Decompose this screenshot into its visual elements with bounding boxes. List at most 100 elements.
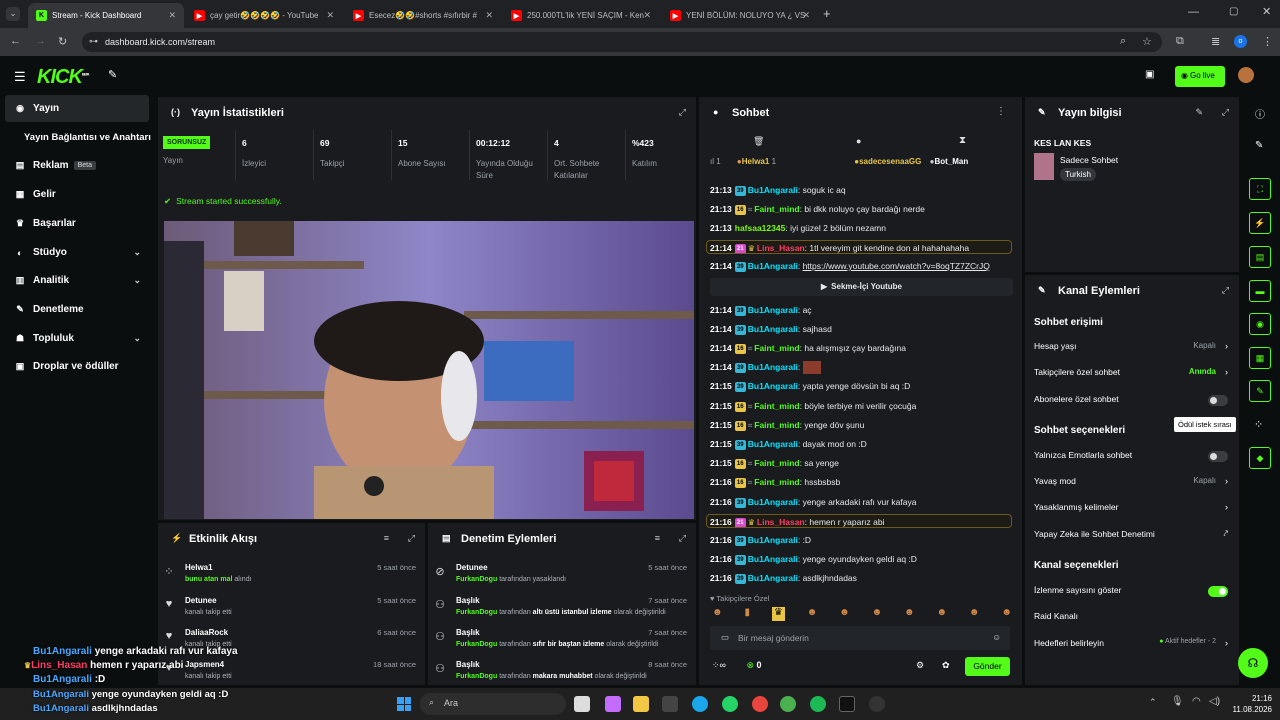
site-info-icon[interactable]: ⊶ [89, 36, 98, 47]
maximize-icon[interactable]: ▢ [1229, 6, 1238, 17]
extensions-icon[interactable]: ⧉ [1176, 35, 1184, 48]
chat-message[interactable]: 21:16 39 Bu1Angarali: yenge arkadaki rafı … [710, 495, 1010, 509]
stream-video-preview[interactable] [164, 221, 694, 519]
spotify-icon[interactable] [810, 696, 826, 712]
chat-message[interactable]: 21:14 39 Bu1Angarali: [710, 360, 1010, 374]
message-username[interactable]: hafsaa12345 [735, 223, 786, 233]
taskbar-search[interactable]: ⌕ Ara [420, 693, 566, 715]
chat-message[interactable]: 21:16 16 ⌗ Faint_mind: hssbsbsb [710, 475, 1010, 489]
gift-icon[interactable]: ✿ [942, 660, 950, 671]
setting-emote-only[interactable]: Yalnızca Emotlarla sohbet [1034, 450, 1228, 464]
theater-icon[interactable]: ▣ [1145, 69, 1154, 80]
chat-message[interactable]: 21:14 21 ♛ Lins_Hasan: 1tl vereyim git kend… [706, 240, 1012, 254]
message-username[interactable]: Faint_mind [754, 204, 799, 214]
new-tab-icon[interactable]: + [823, 6, 831, 21]
trash-icon[interactable]: 🗑 [753, 136, 764, 147]
emote-icon[interactable]: ▮ [744, 607, 750, 621]
volume-icon[interactable]: ◁) [1209, 696, 1220, 707]
zoom-icon[interactable]: ⌕ [1120, 35, 1126, 48]
edge-icon[interactable] [692, 696, 708, 712]
rail-bolt-icon[interactable]: ⚡ [1249, 212, 1271, 234]
message-link[interactable]: https://www.youtube.com/watch?v=8oqTZ7ZC… [803, 261, 990, 271]
chat-message[interactable]: 21:16 39 Bu1Angarali: asdlkjhndadas [710, 571, 1010, 585]
chat-message[interactable]: 21:16 39 Bu1Angarali: yenge oyundayken gel… [710, 552, 1010, 566]
chat-icon[interactable]: ● [856, 136, 861, 146]
message-username[interactable]: Faint_mind [754, 343, 799, 353]
chat-message[interactable]: 21:16 39 Bu1Angarali: :D [710, 533, 1010, 547]
tools-icon[interactable]: ✎ [108, 68, 117, 81]
clock[interactable]: 21:16 11.08.2026 [1224, 693, 1272, 715]
message-username[interactable]: Bu1Angarali [748, 554, 798, 564]
setting-account-age[interactable]: Hesap yaşı Kapalı › [1034, 341, 1228, 355]
setting-followers-only[interactable]: Takipçilere özel sohbet Anında › [1034, 367, 1228, 381]
chat-message[interactable]: 21:14 39 Bu1Angarali: aç [710, 303, 1010, 317]
chat-message[interactable]: 21:16 21 ♛ Lins_Hasan: hemen r yaparız abi [706, 514, 1012, 528]
setting-raid-channel[interactable]: Raid Kanalı [1034, 611, 1228, 625]
emote-icon[interactable]: ☻ [1001, 607, 1012, 621]
chat-message[interactable]: 21:13 39 Bu1Angarali: soguk ic aq [710, 183, 1010, 197]
toggle-switch[interactable] [1208, 451, 1228, 462]
close-tab-icon[interactable]: ✕ [485, 10, 493, 21]
expand-icon[interactable]: ⤢ [1222, 285, 1229, 296]
message-username[interactable]: Lins_Hasan [757, 517, 805, 527]
sidebar-item-gelir[interactable]: ▦ Gelir [5, 181, 149, 208]
tab-list-icon[interactable]: ⌄ [6, 7, 20, 21]
whatsapp-icon[interactable] [722, 696, 738, 712]
setting-subscribers-only[interactable]: Abonelere özel sohbet [1034, 394, 1228, 408]
emoji-icon[interactable]: ☺ [992, 632, 1001, 642]
rail-camera-icon[interactable]: ⛶ [1249, 178, 1271, 200]
expand-icon[interactable]: ⤢ [408, 533, 415, 544]
rail-wrench-icon[interactable]: ✎ [1249, 380, 1271, 402]
message-username[interactable]: Bu1Angarali [748, 439, 798, 449]
close-tab-icon[interactable]: ✕ [643, 10, 651, 21]
obs-icon[interactable] [869, 696, 885, 712]
setting-goals[interactable]: Hedefleri belirleyin ● Aktif hedefler - 2… [1034, 638, 1228, 652]
expand-icon[interactable]: ⤢ [679, 533, 686, 544]
tab-youtube-1[interactable]: ▶ çay getir🤣🤣🤣🤣 - YouTube ✕ [186, 3, 342, 28]
message-username[interactable]: Bu1Angarali [748, 362, 798, 372]
youtube-pill[interactable]: ▶ Sekme-İçi Youtube [710, 278, 1013, 296]
task-view-icon[interactable] [574, 696, 590, 712]
filter-icon[interactable]: ≡ [655, 533, 660, 543]
close-tab-icon[interactable]: ✕ [326, 10, 334, 21]
pencil-icon[interactable]: ✎ [1255, 140, 1263, 151]
minimize-icon[interactable]: — [1188, 6, 1199, 18]
filter-icon[interactable]: ≡ [384, 533, 389, 543]
tab-youtube-4[interactable]: ▶ YENİ BÖLÜM: NOLUYO YA ¿ VS ✕ [662, 3, 818, 28]
sidebar-item-reklam[interactable]: ▤ Reklam Beta [5, 152, 149, 179]
rail-layout-icon[interactable]: ▦ [1249, 347, 1271, 369]
chat-menu-icon[interactable]: ⋮ [996, 106, 1006, 117]
tray-chevron-icon[interactable]: ⌃ [1149, 697, 1157, 708]
message-username[interactable]: Lins_Hasan [757, 243, 805, 253]
setting-show-viewcount[interactable]: İzlenme sayısını göster [1034, 585, 1228, 599]
tab-kick-dashboard[interactable]: K Stream - Kick Dashboard ✕ [28, 3, 184, 28]
chat-message[interactable]: 21:13 16 ⌗ Faint_mind: bi dkk noluyo çay ba… [710, 202, 1010, 216]
kick-logo[interactable]: KICKBETA [37, 66, 89, 89]
hamburger-menu-icon[interactable]: ☰ [14, 69, 26, 85]
bookmark-star-icon[interactable]: ☆ [1142, 35, 1152, 48]
sidebar-item-droplar[interactable]: ▣ Droplar ve ödüller [5, 353, 149, 380]
chat-message[interactable]: 21:13 hafsaa12345: iyi güzel 2 bölüm neza… [710, 221, 1010, 235]
toggle-switch[interactable] [1208, 395, 1228, 406]
message-username[interactable]: Faint_mind [754, 458, 799, 468]
setting-slow-mode[interactable]: Yavaş mod Kapalı › [1034, 476, 1228, 490]
settings-gear-icon[interactable]: ⚙ [916, 660, 924, 671]
sidebar-item-studyo[interactable]: ◐ Stüdyo ⌄ [5, 239, 149, 266]
tab-youtube-3[interactable]: ▶ 250.000TL'lik YENİ SAÇIM - Ken ✕ [503, 3, 659, 28]
chat-message[interactable]: 21:14 39 Bu1Angarali: sajhasd [710, 322, 1010, 336]
expand-icon[interactable]: ⤢ [679, 107, 686, 118]
file-explorer-icon[interactable] [633, 696, 649, 712]
message-username[interactable]: Faint_mind [754, 420, 799, 430]
emote-icon[interactable]: ☻ [807, 607, 818, 621]
sidebar-item-basarilar[interactable]: ♛ Başarılar [5, 210, 149, 237]
reload-icon[interactable]: ↻ [58, 35, 67, 48]
message-username[interactable]: Bu1Angarali [748, 381, 798, 391]
infinity-icon[interactable]: ⁘∞ [712, 660, 726, 670]
rail-drops-icon[interactable]: ◆ [1249, 447, 1271, 469]
setting-ai-moderation[interactable]: Yapay Zeka ile Sohbet Denetimi ⤤ [1034, 529, 1228, 543]
message-username[interactable]: Bu1Angarali [748, 305, 798, 315]
profile-avatar[interactable]: o [1234, 35, 1247, 48]
rail-rewards-icon[interactable]: ⁘ [1254, 418, 1263, 431]
emote-icon[interactable]: ☻ [712, 607, 723, 621]
chat-message[interactable]: 21:15 16 ⌗ Faint_mind: sa yenge [710, 456, 1010, 470]
